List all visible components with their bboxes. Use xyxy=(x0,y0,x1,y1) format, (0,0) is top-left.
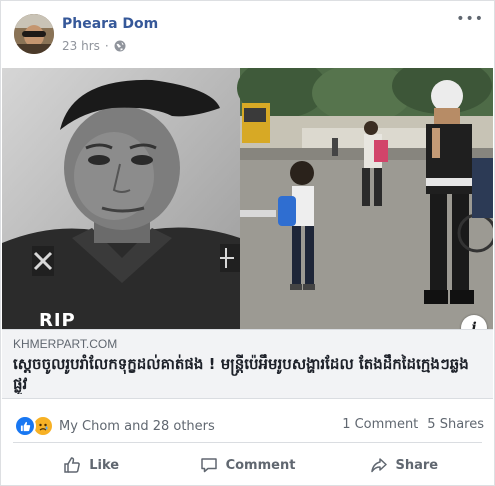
meta-separator: · xyxy=(104,39,109,53)
link-preview-image[interactable] xyxy=(2,68,493,329)
shares-count[interactable]: 5 Shares xyxy=(427,417,484,432)
like-icon xyxy=(14,415,36,437)
post-actions: Like Comment Share xyxy=(13,448,482,482)
engagement-counts: 1 Comment 5 Shares xyxy=(342,417,484,432)
feed-post: Pheara Dom 23 hrs · ••• RIP i KHMERPART.… xyxy=(0,0,495,486)
comment-icon xyxy=(200,458,217,473)
comments-count[interactable]: 1 Comment xyxy=(342,417,418,432)
comment-label: Comment xyxy=(225,457,296,473)
author-name[interactable]: Pheara Dom xyxy=(62,16,158,32)
post-meta: 23 hrs · xyxy=(62,39,126,53)
share-button[interactable]: Share xyxy=(326,448,482,482)
like-button[interactable]: Like xyxy=(13,448,169,482)
like-label: Like xyxy=(89,457,120,473)
link-title[interactable]: ស្ដេចចូលរូបរាំ​លែកទុក្ខដល់គាត់ផង ! មន្ត្… xyxy=(13,354,483,394)
thumbs-up-icon xyxy=(64,457,81,473)
share-label: Share xyxy=(395,457,439,473)
reactions-text[interactable]: My Chom and 28 others xyxy=(59,419,215,434)
link-domain: KHMERPART.COM xyxy=(13,337,118,351)
share-icon xyxy=(370,458,387,473)
photo-overlay-text: RIP xyxy=(39,310,76,331)
link-preview[interactable]: KHMERPART.COM ស្ដេចចូលរូបរាំ​លែកទុក្ខដល់… xyxy=(2,329,493,399)
post-options-button[interactable]: ••• xyxy=(456,11,484,27)
post-timestamp[interactable]: 23 hrs xyxy=(62,39,100,53)
author-avatar[interactable] xyxy=(14,14,54,54)
divider xyxy=(13,442,482,443)
globe-icon[interactable] xyxy=(114,40,126,52)
comment-button[interactable]: Comment xyxy=(169,448,325,482)
reactions-summary[interactable]: My Chom and 28 others xyxy=(14,415,215,437)
